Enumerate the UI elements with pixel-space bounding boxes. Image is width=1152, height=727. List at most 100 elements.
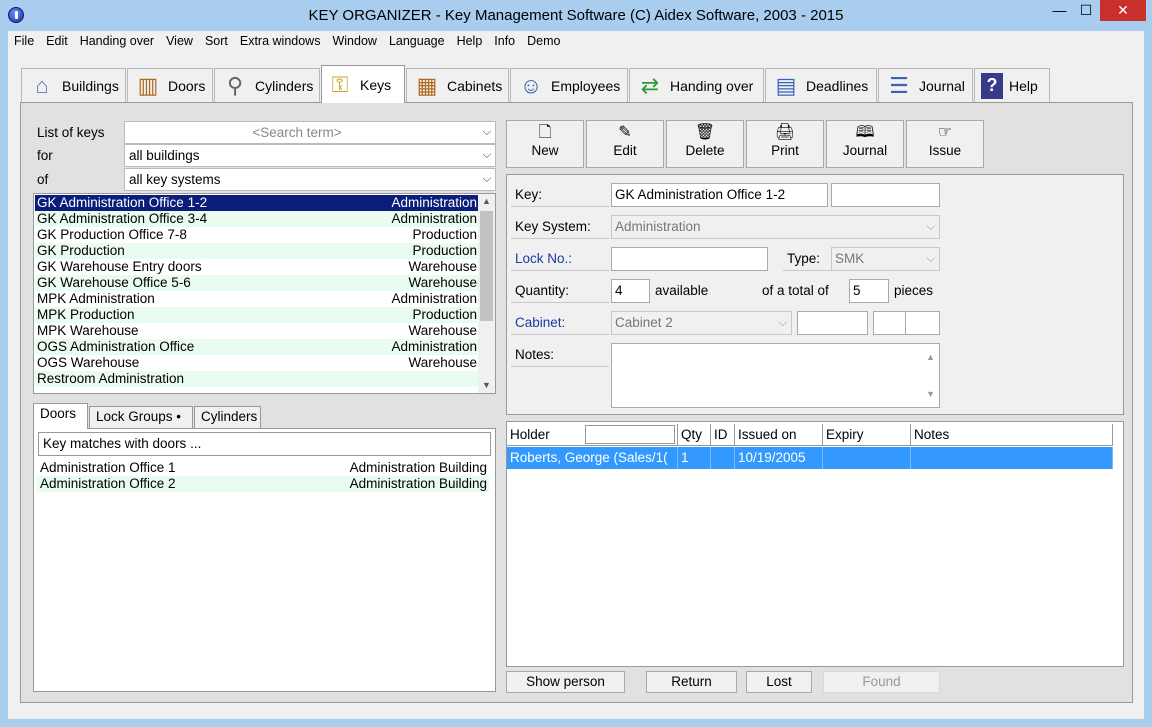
list-item[interactable]: GK Warehouse Office 5-6 Warehouse xyxy=(35,275,479,291)
cabinet-col-field[interactable] xyxy=(905,311,940,335)
column-qty[interactable]: Qty xyxy=(678,424,711,446)
list-item[interactable]: MPK Warehouse Warehouse xyxy=(35,323,479,339)
subtab-cylinders[interactable]: Cylinders xyxy=(194,406,261,428)
menu-sort[interactable]: Sort xyxy=(199,31,234,51)
tab-doors[interactable]: ▥ Doors xyxy=(127,68,213,102)
tab-cabinets[interactable]: ▦ Cabinets xyxy=(406,68,509,102)
subtab-doors[interactable]: Doors xyxy=(33,403,88,429)
scroll-down-icon[interactable]: ▼ xyxy=(482,380,491,390)
scroll-down-icon[interactable]: ▼ xyxy=(926,383,935,405)
cabinet-slot-field[interactable] xyxy=(797,311,868,335)
menu-file[interactable]: File xyxy=(8,31,40,51)
holder-filter-input[interactable] xyxy=(585,425,675,444)
expiry-cell[interactable] xyxy=(823,447,911,469)
edit-button[interactable]: ✎ Edit xyxy=(586,120,664,168)
key-extra-field[interactable] xyxy=(831,183,940,207)
tab-deadlines[interactable]: ▤ Deadlines xyxy=(765,68,877,102)
issue-button[interactable]: ☞ Issue xyxy=(906,120,984,168)
id-cell[interactable] xyxy=(711,447,735,469)
chevron-down-icon[interactable]: ⌵ xyxy=(483,122,491,143)
subtab-lock-groups[interactable]: Lock Groups • xyxy=(89,406,193,428)
menu-extra-windows[interactable]: Extra windows xyxy=(234,31,327,51)
list-item[interactable]: Restroom Administration xyxy=(35,371,479,387)
key-name-field[interactable]: GK Administration Office 1-2 xyxy=(611,183,828,207)
list-of-keys-label: List of keys xyxy=(37,125,105,140)
column-expiry[interactable]: Expiry xyxy=(823,424,911,446)
menu-view[interactable]: View xyxy=(160,31,199,51)
maximize-button[interactable]: ☐ xyxy=(1073,0,1099,21)
tab-label: Journal xyxy=(919,77,965,94)
delete-button[interactable]: 🗑 Delete xyxy=(666,120,744,168)
calendar-icon: ▤ xyxy=(775,72,797,98)
tab-employees[interactable]: ☺ Employees xyxy=(510,68,628,102)
filter-search-row: List of keys <Search term> ⌵ xyxy=(33,121,496,144)
column-id[interactable]: ID xyxy=(711,424,735,446)
tab-cylinders[interactable]: ⚲ Cylinders xyxy=(214,68,320,102)
quantity-field[interactable]: 4 xyxy=(611,279,650,303)
menu-info[interactable]: Info xyxy=(488,31,521,51)
print-button[interactable]: 🖨 Print xyxy=(746,120,824,168)
list-item[interactable]: MPK Production Production xyxy=(35,307,479,323)
key-list[interactable]: GK Administration Office 1-2 Administrati… xyxy=(33,193,496,394)
cabinet-field: Cabinet 2 ⌵ xyxy=(611,311,792,335)
tab-label: Employees xyxy=(551,77,621,94)
search-input[interactable]: <Search term> ⌵ xyxy=(124,121,496,144)
menu-edit[interactable]: Edit xyxy=(40,31,74,51)
list-item[interactable]: GK Administration Office 3-4 Administrati… xyxy=(35,211,479,227)
menu-language[interactable]: Language xyxy=(383,31,451,51)
holder-cell[interactable]: Roberts, George (Sales/1( xyxy=(507,447,678,469)
cabinet-link[interactable]: Cabinet: xyxy=(511,311,609,335)
key-list-scrollbar[interactable]: ▲ ▼ xyxy=(478,194,495,393)
scroll-up-icon[interactable]: ▲ xyxy=(482,196,491,206)
column-holder[interactable]: Holder xyxy=(507,424,678,446)
list-item[interactable]: GK Administration Office 1-2 Administrati… xyxy=(35,195,479,211)
building-select[interactable]: all buildings ⌵ xyxy=(124,144,496,167)
issued-on-cell[interactable]: 10/19/2005 xyxy=(735,447,823,469)
column-notes[interactable]: Notes xyxy=(911,424,1113,446)
tab-journal[interactable]: ☰ Journal xyxy=(878,68,973,102)
qty-cell[interactable]: 1 xyxy=(678,447,711,469)
menu-demo[interactable]: Demo xyxy=(521,31,566,51)
list-item[interactable]: OGS Warehouse Warehouse xyxy=(35,355,479,371)
chevron-down-icon: ⌵ xyxy=(778,317,787,329)
minimize-button[interactable]: — xyxy=(1046,0,1073,21)
show-person-button[interactable]: Show person xyxy=(506,671,625,693)
chevron-down-icon[interactable]: ⌵ xyxy=(483,169,491,190)
notes-textarea[interactable]: ▲ ▼ xyxy=(611,343,940,408)
close-button[interactable]: ✕ xyxy=(1100,0,1146,21)
cabinet-row-field[interactable] xyxy=(873,311,906,335)
lock-no-field[interactable] xyxy=(611,247,768,271)
key-system-field-value: Administration xyxy=(615,219,701,234)
tab-handing-over[interactable]: ⇄ Handing over xyxy=(629,68,764,102)
scroll-up-icon[interactable]: ▲ xyxy=(926,346,935,368)
chevron-down-icon[interactable]: ⌵ xyxy=(483,145,491,166)
tab-label: Help xyxy=(1009,77,1038,94)
lock-no-link[interactable]: Lock No.: xyxy=(511,247,609,271)
notes-cell[interactable] xyxy=(911,447,1113,469)
lost-button[interactable]: Lost xyxy=(746,671,812,693)
total-quantity-field[interactable]: 5 xyxy=(849,279,889,303)
tab-help[interactable]: ? Help xyxy=(974,68,1050,102)
list-item[interactable]: GK Production Office 7-8 Production xyxy=(35,227,479,243)
key-system-select[interactable]: all key systems ⌵ xyxy=(124,168,496,191)
tab-buildings[interactable]: ⌂ Buildings xyxy=(21,68,126,102)
doors-header: Key matches with doors ... xyxy=(38,432,491,456)
door-icon: ▥ xyxy=(137,72,159,98)
menu-help[interactable]: Help xyxy=(451,31,489,51)
list-item[interactable]: Administration Office 1 Administration Bu… xyxy=(37,460,489,476)
list-item[interactable]: Administration Office 2 Administration Bu… xyxy=(37,476,489,492)
menu-window[interactable]: Window xyxy=(326,31,382,51)
list-item[interactable]: OGS Administration Office Administration xyxy=(35,339,479,355)
list-item[interactable]: MPK Administration Administration xyxy=(35,291,479,307)
list-item[interactable]: GK Production Production xyxy=(35,243,479,259)
list-item[interactable]: GK Warehouse Entry doors Warehouse xyxy=(35,259,479,275)
journal-button[interactable]: 🕮 Journal xyxy=(826,120,904,168)
tab-label: Cabinets xyxy=(447,77,503,94)
tab-keys[interactable]: ⚿ Keys xyxy=(321,65,405,103)
column-issued-on[interactable]: Issued on xyxy=(735,424,823,446)
menu-handing-over[interactable]: Handing over xyxy=(74,31,160,51)
return-button[interactable]: Return xyxy=(646,671,737,693)
filter-building-row: for all buildings ⌵ xyxy=(33,144,496,167)
scrollbar-thumb[interactable] xyxy=(480,211,493,321)
new-button[interactable]: 🗋 New xyxy=(506,120,584,168)
